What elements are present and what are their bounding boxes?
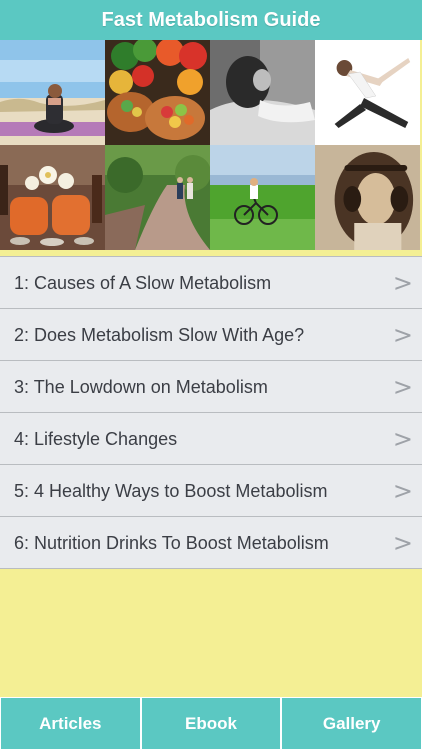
cyclist-field-image[interactable] bbox=[210, 145, 315, 250]
tab-gallery[interactable]: Gallery bbox=[281, 697, 422, 750]
article-row-3[interactable]: 3: The Lowdown on Metabolism > bbox=[0, 361, 422, 413]
chevron-right-icon: > bbox=[392, 425, 413, 453]
chevron-right-icon: > bbox=[392, 529, 413, 557]
article-row-2[interactable]: 2: Does Metabolism Slow With Age? > bbox=[0, 309, 422, 361]
vegetables-fruit-bowls-image[interactable] bbox=[105, 40, 210, 145]
article-row-4[interactable]: 4: Lifestyle Changes > bbox=[0, 413, 422, 465]
article-title: 1: Causes of A Slow Metabolism bbox=[14, 273, 272, 293]
woman-meditating-beach-image[interactable] bbox=[0, 40, 105, 145]
article-title: 2: Does Metabolism Slow With Age? bbox=[14, 325, 305, 345]
article-list: 1: Causes of A Slow Metabolism > 2: Does… bbox=[0, 256, 422, 569]
couple-walking-garden-path-image[interactable] bbox=[105, 145, 210, 250]
tab-bar: Articles Ebook Gallery bbox=[0, 697, 422, 750]
article-title: 6: Nutrition Drinks To Boost Metabolism bbox=[14, 533, 329, 553]
woman-stretching-yoga-image[interactable] bbox=[315, 40, 420, 145]
chevron-right-icon: > bbox=[392, 477, 413, 505]
article-row-1[interactable]: 1: Causes of A Slow Metabolism > bbox=[0, 257, 422, 309]
app-title: Fast Metabolism Guide bbox=[101, 9, 321, 31]
photo-gallery-grid bbox=[0, 40, 422, 250]
article-title: 4: Lifestyle Changes bbox=[14, 429, 178, 449]
article-title: 5: 4 Healthy Ways to Boost Metabolism bbox=[14, 481, 328, 501]
article-title: 3: The Lowdown on Metabolism bbox=[14, 377, 268, 397]
chevron-right-icon: > bbox=[392, 321, 413, 349]
spa-towels-flowers-image[interactable] bbox=[0, 145, 105, 250]
chevron-right-icon: > bbox=[392, 373, 413, 401]
tab-label: Gallery bbox=[322, 714, 381, 733]
woman-headphones-sepia-image[interactable] bbox=[315, 145, 420, 250]
chevron-right-icon: > bbox=[392, 269, 413, 297]
tab-ebook[interactable]: Ebook bbox=[140, 697, 282, 750]
woman-resting-black-white-image[interactable] bbox=[210, 40, 315, 145]
nav-bar: Fast Metabolism Guide bbox=[0, 0, 422, 40]
tab-articles[interactable]: Articles bbox=[0, 697, 141, 750]
tab-label: Articles bbox=[39, 714, 102, 733]
article-row-6[interactable]: 6: Nutrition Drinks To Boost Metabolism … bbox=[0, 517, 422, 569]
article-row-5[interactable]: 5: 4 Healthy Ways to Boost Metabolism > bbox=[0, 465, 422, 517]
tab-label: Ebook bbox=[185, 714, 237, 733]
